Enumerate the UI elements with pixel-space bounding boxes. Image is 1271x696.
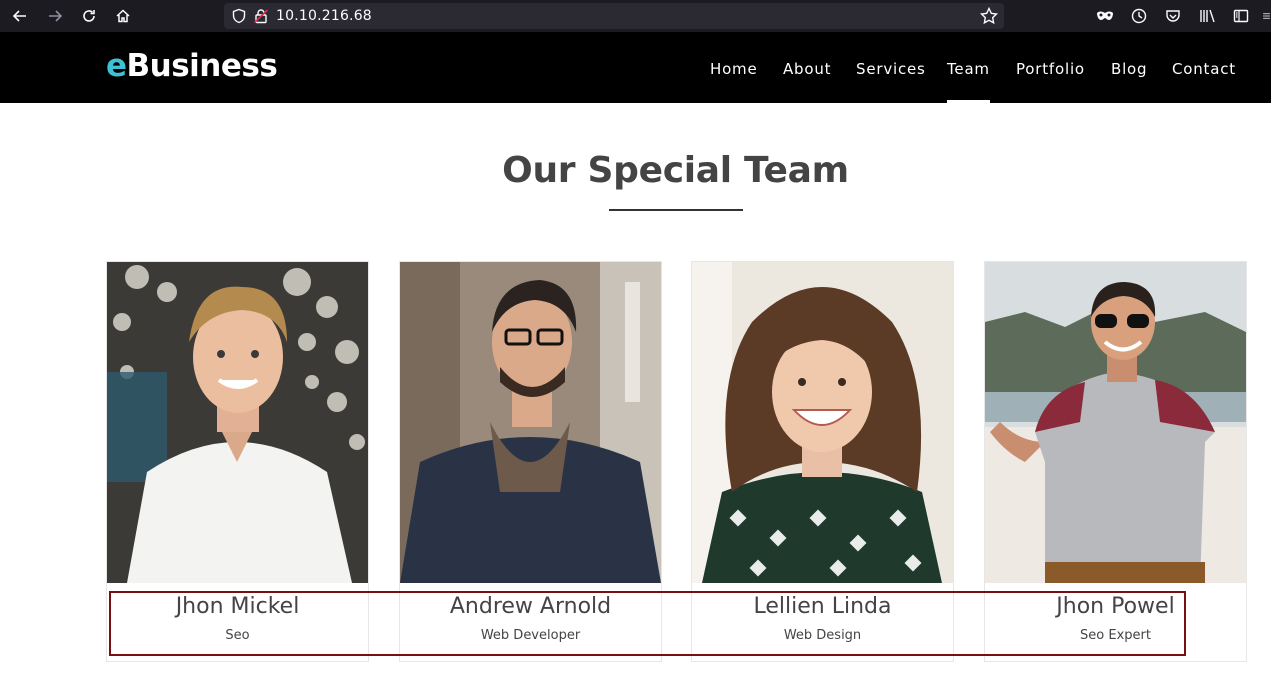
team-card: Jhon Mickel Seo: [106, 261, 369, 662]
section-title: Our Special Team: [502, 150, 849, 191]
member-name: Lellien Linda: [753, 594, 892, 619]
man-white-shirt-photo[interactable]: [107, 262, 368, 583]
logo-text: Business: [126, 48, 278, 84]
site-header: eBusiness Home About Services Team Portf…: [0, 32, 1271, 103]
nav-about[interactable]: About: [783, 60, 831, 78]
pocket-icon[interactable]: [1163, 6, 1183, 26]
library-icon[interactable]: [1198, 6, 1218, 26]
nav-contact[interactable]: Contact: [1172, 60, 1236, 78]
url-text[interactable]: 10.10.216.68: [276, 8, 372, 24]
man-sunglasses-tshirt-photo[interactable]: [985, 262, 1246, 583]
site-logo[interactable]: eBusiness: [106, 48, 278, 84]
member-name: Andrew Arnold: [449, 594, 612, 619]
forward-icon[interactable]: [44, 5, 66, 27]
man-glasses-jacket-photo[interactable]: [400, 262, 661, 583]
nav-home[interactable]: Home: [710, 60, 758, 78]
nav-team[interactable]: Team: [947, 60, 990, 78]
team-card: Andrew Arnold Web Developer: [399, 261, 662, 662]
title-divider: [609, 209, 743, 211]
shield-icon[interactable]: [231, 8, 247, 29]
private-mask-icon[interactable]: [1095, 6, 1115, 26]
url-bar[interactable]: 10.10.216.68: [224, 3, 1004, 29]
member-role: Web Design: [783, 628, 862, 643]
member-role: Seo: [225, 628, 250, 643]
reload-icon[interactable]: [78, 5, 100, 27]
insecure-lock-icon[interactable]: [253, 8, 269, 29]
member-name: Jhon Mickel: [175, 594, 300, 619]
sidebar-icon[interactable]: [1231, 6, 1251, 26]
nav-portfolio[interactable]: Portfolio: [1016, 60, 1085, 78]
member-role: Web Developer: [480, 628, 581, 643]
member-name: Jhon Powel: [1056, 594, 1175, 619]
active-nav-indicator: [947, 100, 990, 103]
team-card: Jhon Powel Seo Expert: [984, 261, 1247, 662]
history-clock-icon[interactable]: [1129, 6, 1149, 26]
browser-toolbar: 10.10.216.68: [0, 0, 1271, 32]
overflow-menu-icon[interactable]: [1262, 6, 1271, 26]
member-role: Seo Expert: [1080, 628, 1151, 643]
home-icon[interactable]: [112, 5, 134, 27]
bookmark-star-icon[interactable]: [979, 6, 999, 30]
back-icon[interactable]: [9, 5, 31, 27]
nav-services[interactable]: Services: [856, 60, 926, 78]
nav-blog[interactable]: Blog: [1111, 60, 1147, 78]
woman-curly-hair-photo[interactable]: [692, 262, 953, 583]
logo-accent: e: [106, 48, 127, 84]
team-card: Lellien Linda Web Design: [691, 261, 954, 662]
